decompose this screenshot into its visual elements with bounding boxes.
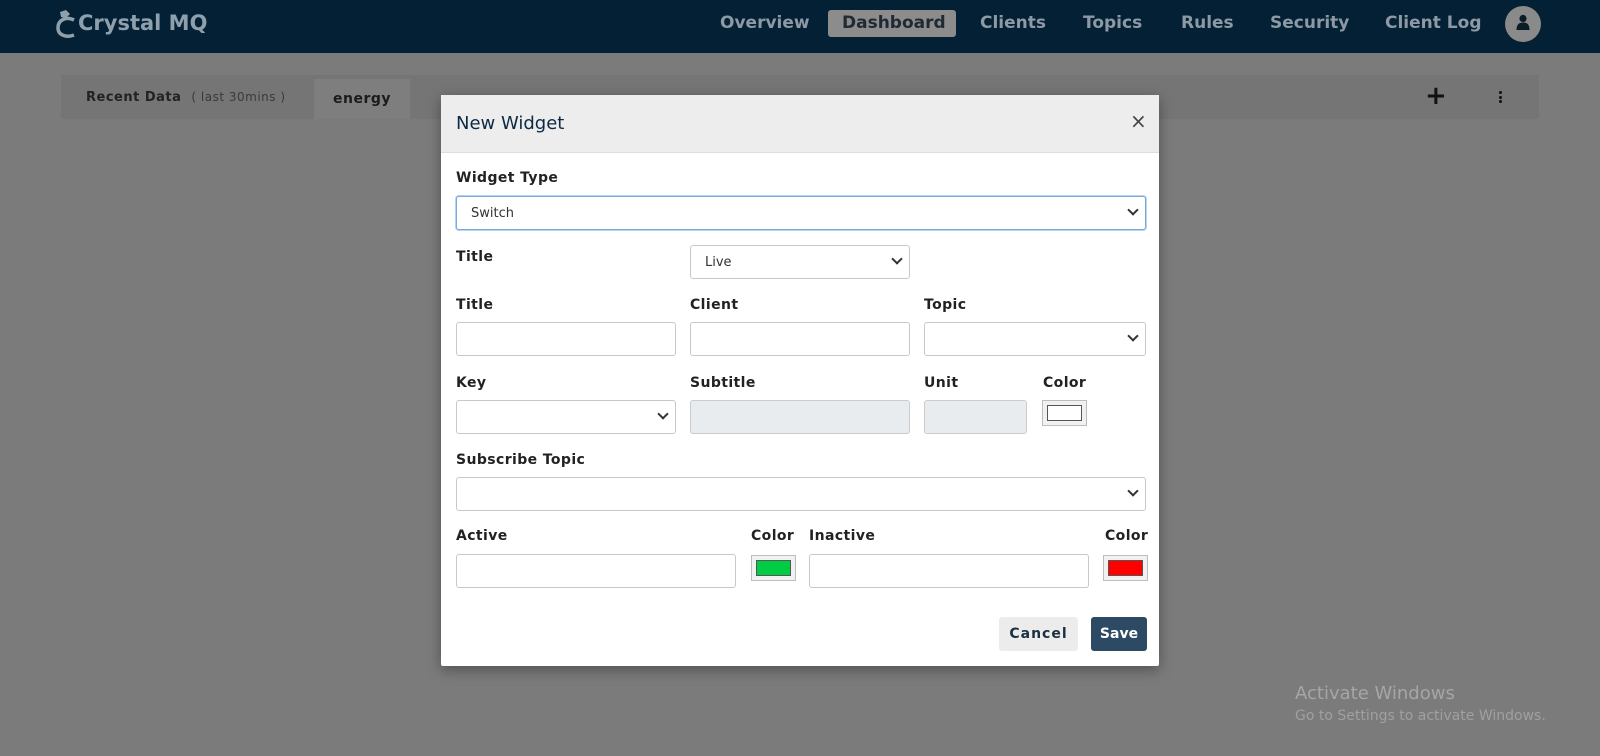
user-avatar[interactable] — [1505, 6, 1541, 42]
client-label: Client — [690, 297, 739, 313]
nav-dashboard[interactable]: Dashboard — [828, 10, 956, 37]
tab-recent-label: Recent Data — [86, 90, 182, 105]
close-icon[interactable]: × — [1130, 110, 1147, 132]
color-swatch[interactable] — [1042, 400, 1087, 426]
subtitle-input — [690, 400, 910, 434]
topic-select[interactable] — [924, 322, 1146, 356]
subtitle-label: Subtitle — [690, 375, 756, 391]
active-label: Active — [456, 528, 508, 544]
nav-rules[interactable]: Rules — [1167, 10, 1248, 37]
chevron-down-icon — [891, 253, 903, 265]
inactive-label: Inactive — [809, 528, 876, 544]
nav-clients[interactable]: Clients — [966, 10, 1060, 37]
nav-security[interactable]: Security — [1256, 10, 1363, 37]
crystal-logo-icon — [54, 8, 82, 38]
active-input[interactable] — [456, 554, 736, 588]
save-button[interactable]: Save — [1091, 617, 1147, 651]
subscribe-topic-label: Subscribe Topic — [456, 452, 586, 468]
tab-recent-data[interactable]: Recent Data ( last 30mins ) — [86, 75, 286, 119]
chevron-down-icon — [1127, 330, 1139, 342]
unit-input — [924, 400, 1027, 434]
widget-type-label: Widget Type — [456, 170, 559, 186]
active-color-swatch[interactable] — [751, 555, 796, 581]
user-icon — [1516, 14, 1530, 34]
inactive-input[interactable] — [809, 554, 1089, 588]
modal-title: New Widget — [456, 113, 565, 134]
watermark-title: Activate Windows — [1295, 683, 1455, 704]
new-widget-modal: New Widget × Widget Type Switch Title Li… — [441, 95, 1159, 666]
title-input[interactable] — [456, 322, 676, 356]
inactive-color-swatch-fill — [1108, 560, 1143, 576]
widget-type-select[interactable]: Switch — [456, 196, 1146, 230]
unit-label: Unit — [924, 375, 959, 391]
app-logo-text: Crystal MQ — [78, 11, 208, 35]
cancel-button[interactable]: Cancel — [999, 617, 1078, 651]
widget-type-value: Switch — [471, 206, 514, 221]
inactive-color-label: Color — [1105, 528, 1149, 544]
title-mode-select[interactable]: Live — [690, 245, 910, 279]
inactive-color-swatch[interactable] — [1103, 555, 1148, 581]
nav-overview[interactable]: Overview — [706, 10, 824, 37]
key-label: Key — [456, 375, 487, 391]
nav-topics[interactable]: Topics — [1069, 10, 1156, 37]
client-input[interactable] — [690, 322, 910, 356]
title-mode-value: Live — [705, 255, 732, 270]
active-color-swatch-fill — [756, 560, 791, 576]
kebab-icon[interactable] — [1497, 87, 1503, 107]
topic-label: Topic — [924, 297, 967, 313]
tab-recent-sub: ( last 30mins ) — [191, 90, 286, 104]
modal-header: New Widget × — [441, 95, 1159, 153]
chevron-down-icon — [1127, 485, 1139, 497]
plus-icon[interactable]: + — [1425, 83, 1447, 109]
color-swatch-fill — [1047, 405, 1082, 421]
tab-energy[interactable]: energy — [314, 79, 410, 119]
active-color-label: Color — [751, 528, 795, 544]
title-mode-label: Title — [456, 249, 494, 265]
watermark-subtitle: Go to Settings to activate Windows. — [1295, 708, 1546, 724]
chevron-down-icon — [1127, 204, 1139, 216]
subscribe-topic-select[interactable] — [456, 477, 1146, 511]
nav-client-log[interactable]: Client Log — [1371, 10, 1496, 37]
chevron-down-icon — [657, 408, 669, 420]
app-logo[interactable]: Crystal MQ — [54, 6, 207, 40]
top-navbar: Crystal MQ Overview Dashboard Clients To… — [0, 0, 1600, 53]
color-label: Color — [1043, 375, 1087, 391]
key-select[interactable] — [456, 400, 676, 434]
title-field-label: Title — [456, 297, 494, 313]
